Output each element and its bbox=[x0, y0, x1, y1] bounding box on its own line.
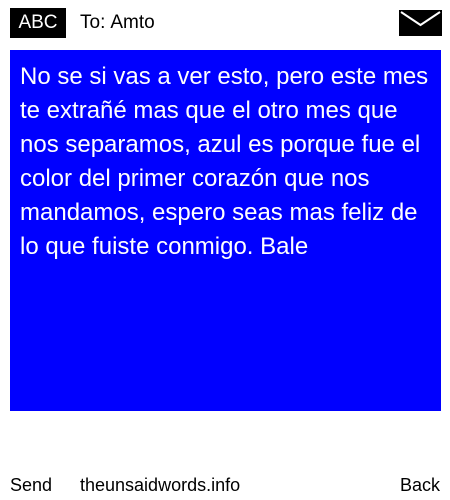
back-button[interactable]: Back bbox=[400, 474, 440, 496]
send-button[interactable]: Send bbox=[10, 474, 52, 496]
site-label: theunsaidwords.info bbox=[80, 475, 241, 495]
to-label: To: bbox=[80, 12, 106, 33]
mode-badge: ABC bbox=[10, 8, 66, 38]
envelope-icon bbox=[399, 10, 442, 36]
message-area[interactable]: No se si vas a ver esto, pero este mes t… bbox=[10, 50, 441, 411]
message-text: No se si vas a ver esto, pero este mes t… bbox=[20, 63, 429, 260]
recipient-name: Amto bbox=[110, 12, 155, 33]
recipient-line: To: Amto bbox=[80, 11, 155, 35]
